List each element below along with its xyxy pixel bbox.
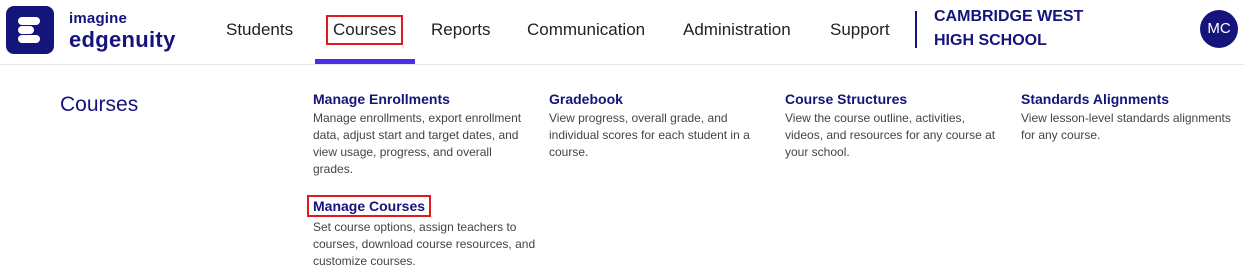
school-name: CAMBRIDGE WEST HIGH SCHOOL	[934, 8, 1084, 49]
nav-item-students[interactable]: Students	[226, 19, 293, 41]
menu-card-gradebook: Gradebook View progress, overall grade, …	[549, 90, 764, 161]
nav-item-communication[interactable]: Communication	[527, 19, 645, 41]
gradebook-link[interactable]: Gradebook	[549, 90, 764, 108]
menu-card-manage-enrollments: Manage Enrollments Manage enrollments, e…	[313, 90, 528, 178]
logo-bar	[18, 35, 40, 43]
manage-enrollments-link[interactable]: Manage Enrollments	[313, 90, 528, 108]
logo-bar	[18, 26, 34, 34]
course-structures-description: View the course outline, activities, vid…	[785, 111, 996, 159]
nav-item-support[interactable]: Support	[830, 19, 890, 41]
panel-title: Courses	[60, 93, 139, 116]
menu-card-course-structures: Course Structures View the course outlin…	[785, 90, 1000, 161]
menu-card-manage-courses: Manage Courses Set course options, assig…	[307, 195, 538, 270]
standards-alignments-description: View lesson-level standards alignments f…	[1021, 111, 1231, 142]
top-navigation-bar: imagine edgenuity Students Courses Repor…	[0, 0, 1244, 65]
nav-item-courses[interactable]: Courses	[326, 15, 404, 45]
manage-enrollments-description: Manage enrollments, export enrollment da…	[313, 111, 522, 176]
standards-alignments-link[interactable]: Standards Alignments	[1021, 90, 1236, 108]
manage-courses-description: Set course options, assign teachers to c…	[313, 220, 536, 268]
logo-bar	[18, 17, 40, 25]
logo-text-edgenuity: edgenuity	[69, 27, 176, 52]
edgenuity-logo-icon[interactable]	[6, 6, 54, 54]
gradebook-description: View progress, overall grade, and indivi…	[549, 111, 750, 159]
active-tab-indicator	[315, 59, 415, 64]
nav-item-administration[interactable]: Administration	[683, 19, 791, 41]
nav-item-reports[interactable]: Reports	[431, 19, 491, 41]
user-avatar[interactable]: MC	[1200, 10, 1238, 48]
logo-text-imagine: imagine	[69, 10, 128, 27]
nav-divider	[915, 11, 917, 48]
manage-courses-link[interactable]: Manage Courses	[307, 195, 432, 217]
menu-card-standards-alignments: Standards Alignments View lesson-level s…	[1021, 90, 1236, 144]
course-structures-link[interactable]: Course Structures	[785, 90, 1000, 108]
